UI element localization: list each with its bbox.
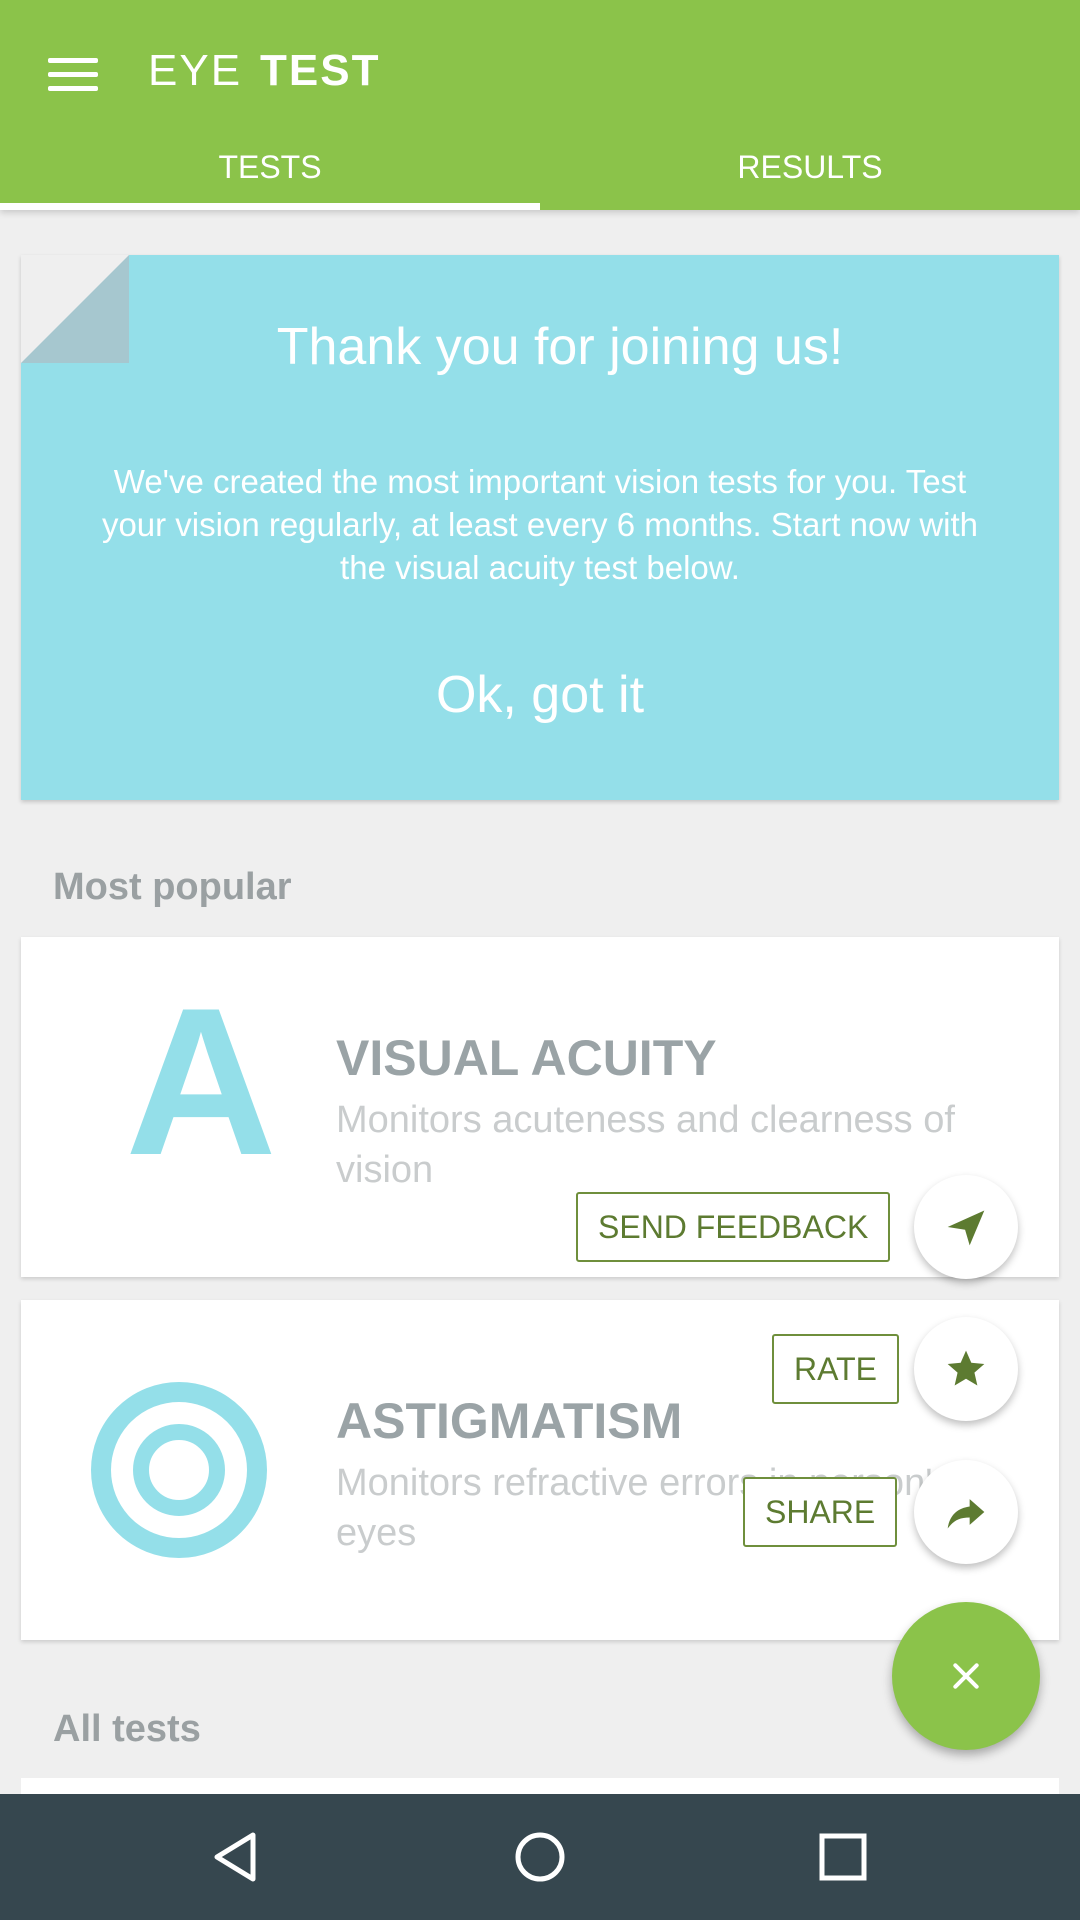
recents-icon: [819, 1833, 867, 1881]
ok-got-it-button[interactable]: Ok, got it: [21, 665, 1059, 725]
home-icon: [515, 1832, 565, 1882]
share-arrow-icon: [947, 1499, 985, 1529]
app-title-light: EYE: [148, 46, 243, 95]
menu-icon[interactable]: [38, 50, 108, 100]
send-feedback-button[interactable]: [914, 1175, 1018, 1279]
visual-acuity-description: Monitors acuteness and clearness of visi…: [336, 1099, 955, 1191]
app-title: EYE TEST: [148, 46, 381, 96]
astigmatism-title: ASTIGMATISM: [336, 1393, 683, 1449]
tab-tests[interactable]: TESTS: [0, 140, 540, 210]
close-fab-button[interactable]: [892, 1602, 1040, 1750]
intro-body: We've created the most important vision …: [101, 463, 979, 586]
app-bar: EYE TEST TESTS RESULTS: [0, 0, 1080, 210]
all-tests-heading: All tests: [53, 1708, 201, 1750]
astigmatism-card[interactable]: ASTIGMATISM Monitors refractive errors i…: [21, 1300, 1059, 1640]
most-popular-heading: Most popular: [53, 866, 292, 908]
share-button[interactable]: [914, 1460, 1018, 1564]
recents-button[interactable]: [798, 1812, 888, 1902]
target-icon: [91, 1382, 267, 1558]
star-icon: [947, 1350, 985, 1386]
send-feedback-label[interactable]: SEND FEEDBACK: [576, 1192, 891, 1262]
tab-results-label: RESULTS: [737, 149, 883, 185]
close-icon: [953, 1663, 979, 1689]
rate-label[interactable]: RATE: [772, 1334, 899, 1404]
system-nav-bar: [0, 1794, 1080, 1920]
tab-tests-label: TESTS: [218, 149, 322, 185]
visual-acuity-icon: A: [125, 964, 277, 1199]
rate-button[interactable]: [914, 1317, 1018, 1421]
visual-acuity-title: VISUAL ACUITY: [336, 1030, 717, 1086]
app-title-bold: TEST: [260, 46, 381, 95]
back-icon: [214, 1832, 256, 1882]
home-button[interactable]: [495, 1812, 585, 1902]
tab-indicator: [0, 203, 540, 210]
share-label[interactable]: SHARE: [743, 1477, 898, 1547]
back-button[interactable]: [192, 1812, 282, 1902]
intro-title: Thank you for joining us!: [276, 318, 844, 376]
send-icon: [947, 1210, 985, 1246]
visual-acuity-card[interactable]: A VISUAL ACUITY Monitors acuteness and c…: [21, 937, 1059, 1277]
tab-results[interactable]: RESULTS: [540, 140, 1080, 210]
intro-card: Thank you for joining us! We've created …: [21, 255, 1059, 800]
